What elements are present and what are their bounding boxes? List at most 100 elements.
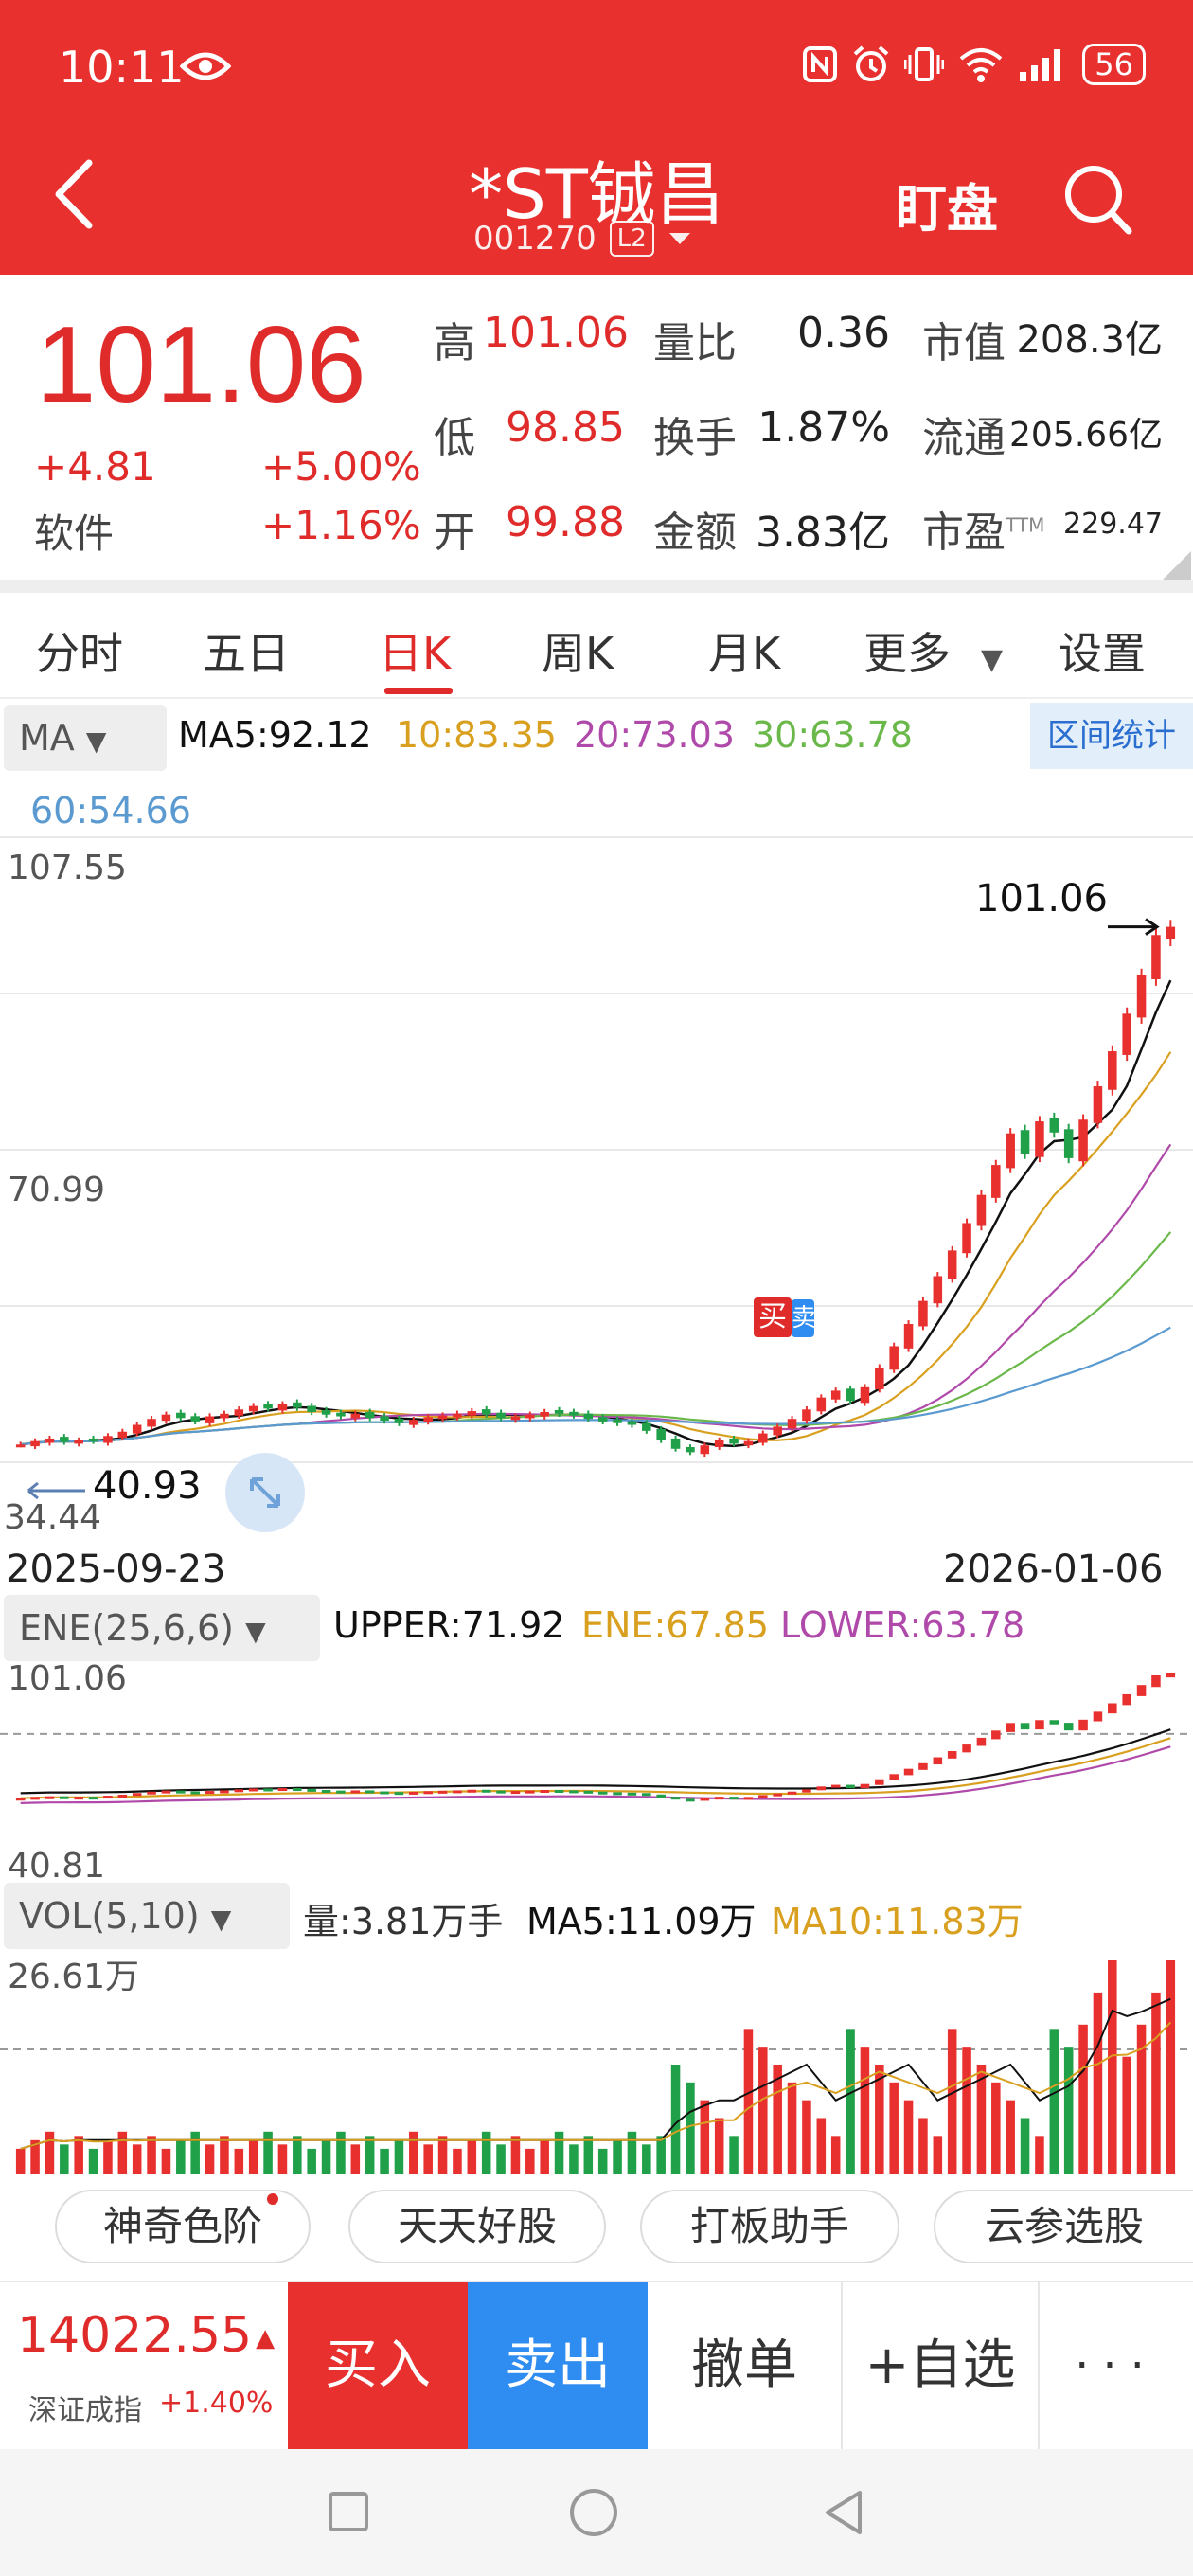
buy-button[interactable]: 买入 bbox=[288, 2282, 468, 2449]
tab-daily-k[interactable]: 日K bbox=[379, 619, 451, 682]
candle bbox=[627, 1421, 637, 1425]
volume-bar bbox=[642, 2144, 651, 2174]
tab-monthly-k[interactable]: 月K bbox=[708, 619, 780, 682]
ene-candle bbox=[554, 1789, 564, 1793]
tab-weekly-k[interactable]: 周K bbox=[542, 619, 614, 682]
low-value: 98.85 bbox=[506, 403, 625, 452]
candle bbox=[962, 1223, 971, 1254]
status-time: 10:11 bbox=[59, 42, 185, 93]
volume-ma10-value: MA10:11.83万 bbox=[771, 1901, 1024, 1942]
tab-more[interactable]: 更多 ▼ bbox=[864, 619, 1003, 682]
ene-candle bbox=[830, 1784, 841, 1788]
ene-candle bbox=[773, 1793, 782, 1797]
notification-dot bbox=[267, 2193, 278, 2205]
volume-bar bbox=[510, 2136, 521, 2174]
stock-code-row[interactable]: 001270 L2 bbox=[473, 220, 692, 258]
turnover-value: 1.87% bbox=[757, 403, 890, 452]
sell-button[interactable]: 卖出 bbox=[468, 2282, 648, 2449]
candle bbox=[1078, 1119, 1088, 1162]
volume-selector[interactable]: VOL(5,10) ▼ bbox=[4, 1883, 290, 1949]
volume-bar bbox=[583, 2136, 594, 2174]
tool-stock-screener[interactable]: 云参选股 bbox=[934, 2190, 1193, 2263]
sector-name[interactable]: 软件 bbox=[34, 502, 114, 560]
ene-candle bbox=[467, 1789, 477, 1793]
ene-selector[interactable]: ENE(25,6,6) ▼ bbox=[4, 1595, 320, 1661]
tab-settings[interactable]: 设置 bbox=[1059, 619, 1146, 682]
ene-candle bbox=[962, 1744, 971, 1753]
ene-candle bbox=[976, 1737, 987, 1746]
candle bbox=[540, 1411, 549, 1417]
ene-candle bbox=[947, 1751, 957, 1759]
tool-daily-picks[interactable]: 天天好股 bbox=[348, 2190, 606, 2263]
candle bbox=[88, 1438, 98, 1441]
candle bbox=[132, 1424, 142, 1434]
ene-candle bbox=[321, 1789, 331, 1793]
volume-bar bbox=[714, 2118, 724, 2174]
candle bbox=[453, 1413, 462, 1418]
app-header: 10:11 56 *ST铖昌 001270 L2 盯盘 bbox=[0, 0, 1193, 275]
candle bbox=[103, 1436, 113, 1443]
tab-five-day[interactable]: 五日 bbox=[203, 619, 290, 682]
home-icon[interactable] bbox=[568, 2487, 619, 2538]
y-axis-top-label: 107.55 bbox=[8, 849, 127, 887]
kline-chart[interactable] bbox=[0, 833, 1193, 1544]
recent-apps-icon[interactable] bbox=[328, 2491, 369, 2532]
candle bbox=[1108, 1051, 1117, 1090]
tool-limit-up-helper[interactable]: 打板助手 bbox=[640, 2190, 899, 2263]
back-triangle-icon[interactable] bbox=[822, 2489, 865, 2536]
volume-bar bbox=[45, 2131, 55, 2174]
ene-chart[interactable] bbox=[0, 1655, 1193, 1883]
tab-intraday[interactable]: 分时 bbox=[36, 619, 123, 682]
candle bbox=[597, 1417, 608, 1422]
volume-bar bbox=[889, 2082, 899, 2174]
ene-candle bbox=[263, 1788, 273, 1792]
ene-candle bbox=[642, 1793, 651, 1797]
ene-candle bbox=[743, 1797, 754, 1800]
candle bbox=[889, 1346, 899, 1370]
candle bbox=[1063, 1129, 1074, 1158]
candle bbox=[117, 1431, 128, 1439]
watch-button[interactable]: 盯盘 bbox=[896, 167, 998, 242]
ma-selector[interactable]: MA ▼ bbox=[4, 705, 167, 771]
candle bbox=[336, 1412, 346, 1417]
cancel-order-button[interactable]: 撤单 bbox=[648, 2282, 843, 2449]
up-triangle-icon: ▲ bbox=[256, 2324, 276, 2352]
volume-bar bbox=[380, 2148, 389, 2174]
candle bbox=[423, 1417, 433, 1422]
volume-bar bbox=[132, 2144, 142, 2174]
candle bbox=[380, 1416, 389, 1422]
candle bbox=[1049, 1118, 1059, 1133]
dropdown-icon: ▼ bbox=[210, 1904, 232, 1935]
candle bbox=[743, 1440, 754, 1446]
volume-bar bbox=[846, 2029, 855, 2174]
ene-candle bbox=[613, 1792, 622, 1796]
volume-bar bbox=[117, 2131, 128, 2174]
add-watchlist-button[interactable]: +自选 bbox=[843, 2282, 1040, 2449]
search-icon[interactable] bbox=[1062, 163, 1134, 237]
ene-candle bbox=[583, 1790, 594, 1794]
volume-chart[interactable] bbox=[0, 1945, 1193, 2178]
expand-corner-icon[interactable] bbox=[1163, 551, 1191, 580]
signal-icon bbox=[1020, 49, 1061, 81]
ene-candle bbox=[437, 1790, 448, 1794]
sell-signal-marker[interactable]: 卖 bbox=[792, 1299, 814, 1337]
more-button[interactable]: ··· bbox=[1040, 2282, 1193, 2449]
range-stats-button[interactable]: 区间统计 bbox=[1030, 703, 1193, 769]
ene-candle bbox=[423, 1791, 433, 1795]
ene-candle bbox=[569, 1790, 579, 1794]
volume-ratio-label: 量比 bbox=[653, 319, 737, 367]
candle bbox=[161, 1414, 171, 1422]
ene-candle bbox=[394, 1792, 404, 1796]
fullscreen-button[interactable] bbox=[225, 1453, 305, 1532]
buy-signal-marker[interactable]: 买 bbox=[754, 1297, 792, 1337]
index-value[interactable]: 14022.55 ▲ bbox=[17, 2307, 275, 2364]
volume-bar bbox=[656, 2136, 666, 2174]
volume-bar bbox=[597, 2148, 608, 2174]
ene-mid-value: ENE:67.85 bbox=[581, 1604, 770, 1646]
ene-candle bbox=[45, 1796, 55, 1799]
ene-candle bbox=[700, 1798, 710, 1801]
ma5-value: MA5:92.12 bbox=[178, 714, 372, 756]
ene-candle bbox=[496, 1790, 506, 1794]
low-marker-label: 40.93 bbox=[93, 1464, 202, 1508]
ene-candle bbox=[525, 1790, 535, 1794]
